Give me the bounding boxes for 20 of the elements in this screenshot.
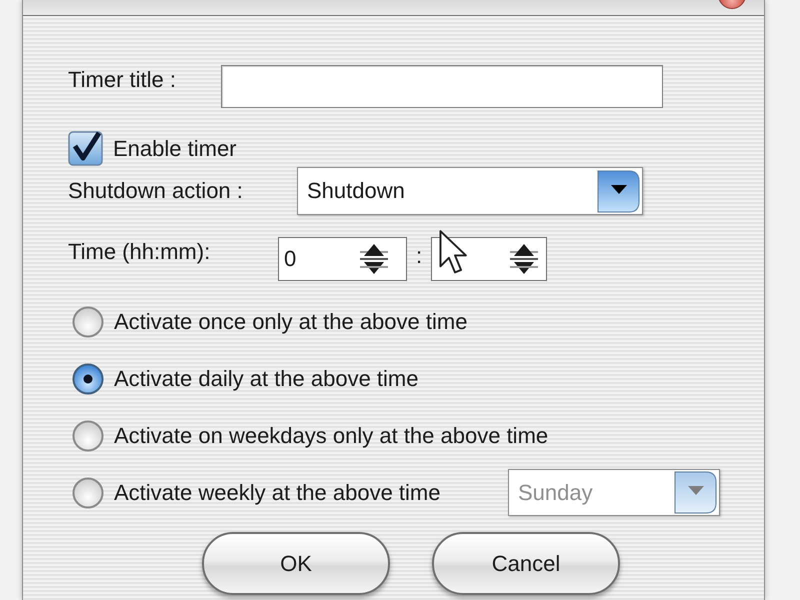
close-icon[interactable] xyxy=(718,0,746,9)
cancel-button[interactable]: Cancel xyxy=(432,532,620,595)
hours-field[interactable]: 0 xyxy=(278,237,407,281)
timer-title-field[interactable] xyxy=(221,65,663,108)
radio-button[interactable] xyxy=(72,306,104,338)
radio-button[interactable] xyxy=(72,420,104,452)
timer-title-label: Timer title : xyxy=(68,66,177,94)
checkbox[interactable] xyxy=(68,131,103,166)
schedule-option-label: Activate daily at the above time xyxy=(114,366,418,392)
time-separator: : xyxy=(414,243,424,270)
radio-button[interactable] xyxy=(72,362,104,394)
schedule-option-label: Activate weekly at the above time xyxy=(114,480,440,506)
ok-button[interactable]: OK xyxy=(202,532,390,595)
schedule-option-label: Activate once only at the above time xyxy=(114,308,468,334)
time-label: Time (hh:mm): xyxy=(68,239,212,266)
shutdown-action-label: Shutdown action : xyxy=(68,178,244,204)
schedule-option-label: Activate on weekdays only at the above time xyxy=(114,422,548,448)
enable-timer-label: Enable timer xyxy=(113,136,237,162)
radio-button[interactable] xyxy=(72,476,104,508)
shutdown-action-dropdown[interactable]: Shutdown xyxy=(297,167,643,215)
